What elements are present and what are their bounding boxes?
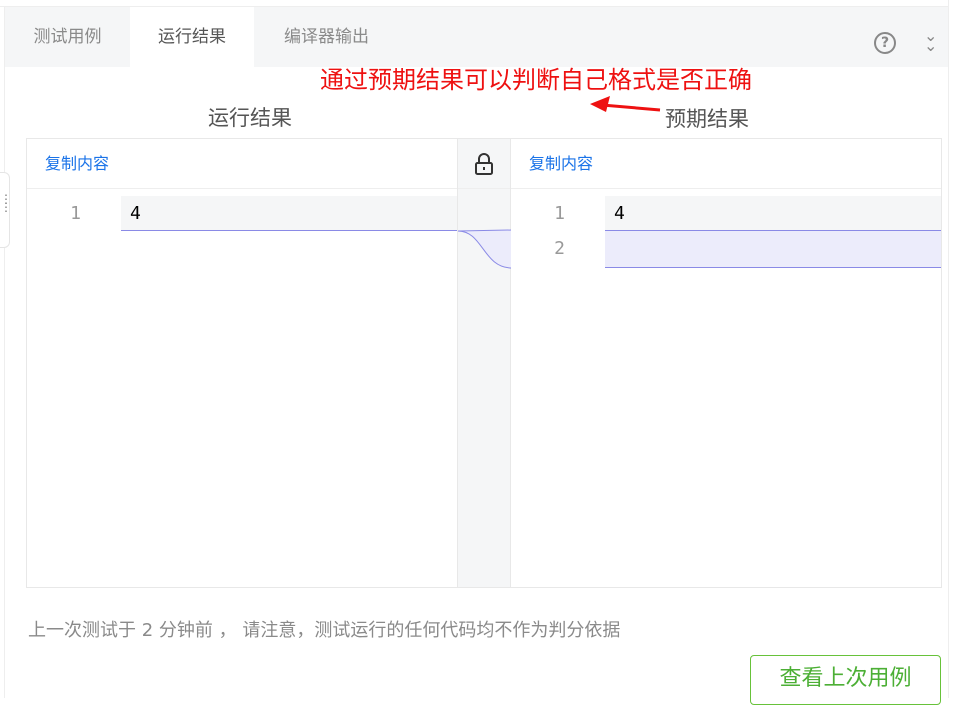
code-line[interactable]: 4	[121, 196, 457, 231]
lock-icon[interactable]	[474, 152, 494, 175]
scrollbar[interactable]	[948, 0, 964, 698]
tab-compiler-output[interactable]: 编译器输出	[254, 7, 399, 67]
diff-connector	[458, 229, 512, 269]
resize-handle[interactable]: ⋮ ⋮	[0, 172, 12, 248]
top-strip	[0, 0, 964, 7]
left-pane: 复制内容 1 4	[27, 139, 457, 587]
arrow-icon	[590, 96, 661, 112]
help-icon[interactable]: ?	[874, 32, 896, 54]
divider	[4, 7, 5, 698]
footer-note: 上一次测试于 2 分钟前 ， 请注意，测试运行的任何代码均不作为判分依据	[28, 620, 621, 641]
left-title: 运行结果	[208, 106, 292, 130]
copy-left-button[interactable]: 复制内容	[27, 139, 457, 189]
right-pane: 复制内容 1 4 2	[511, 139, 941, 587]
copy-right-button[interactable]: 复制内容	[511, 139, 941, 189]
line-number: 1	[554, 203, 565, 224]
diff-viewer: 复制内容 1 4 复制内容 1 4 2	[26, 138, 942, 588]
diff-gutter	[457, 139, 512, 587]
line-number: 2	[554, 238, 565, 259]
tab-test-cases[interactable]: 测试用例	[5, 7, 130, 67]
tab-run-result[interactable]: 运行结果	[130, 7, 254, 67]
line-number: 1	[70, 203, 81, 224]
code-line[interactable]: 4	[605, 196, 941, 231]
code-line-added[interactable]	[605, 231, 941, 268]
chevron-double-down-icon[interactable]: ⌄ ⌄	[924, 28, 937, 54]
right-title: 预期结果	[665, 107, 749, 131]
tab-bar: 测试用例 运行结果 编译器输出 ? ⌄ ⌄	[5, 7, 948, 67]
annotation-text: 通过预期结果可以判断自己格式是否正确	[320, 66, 752, 94]
